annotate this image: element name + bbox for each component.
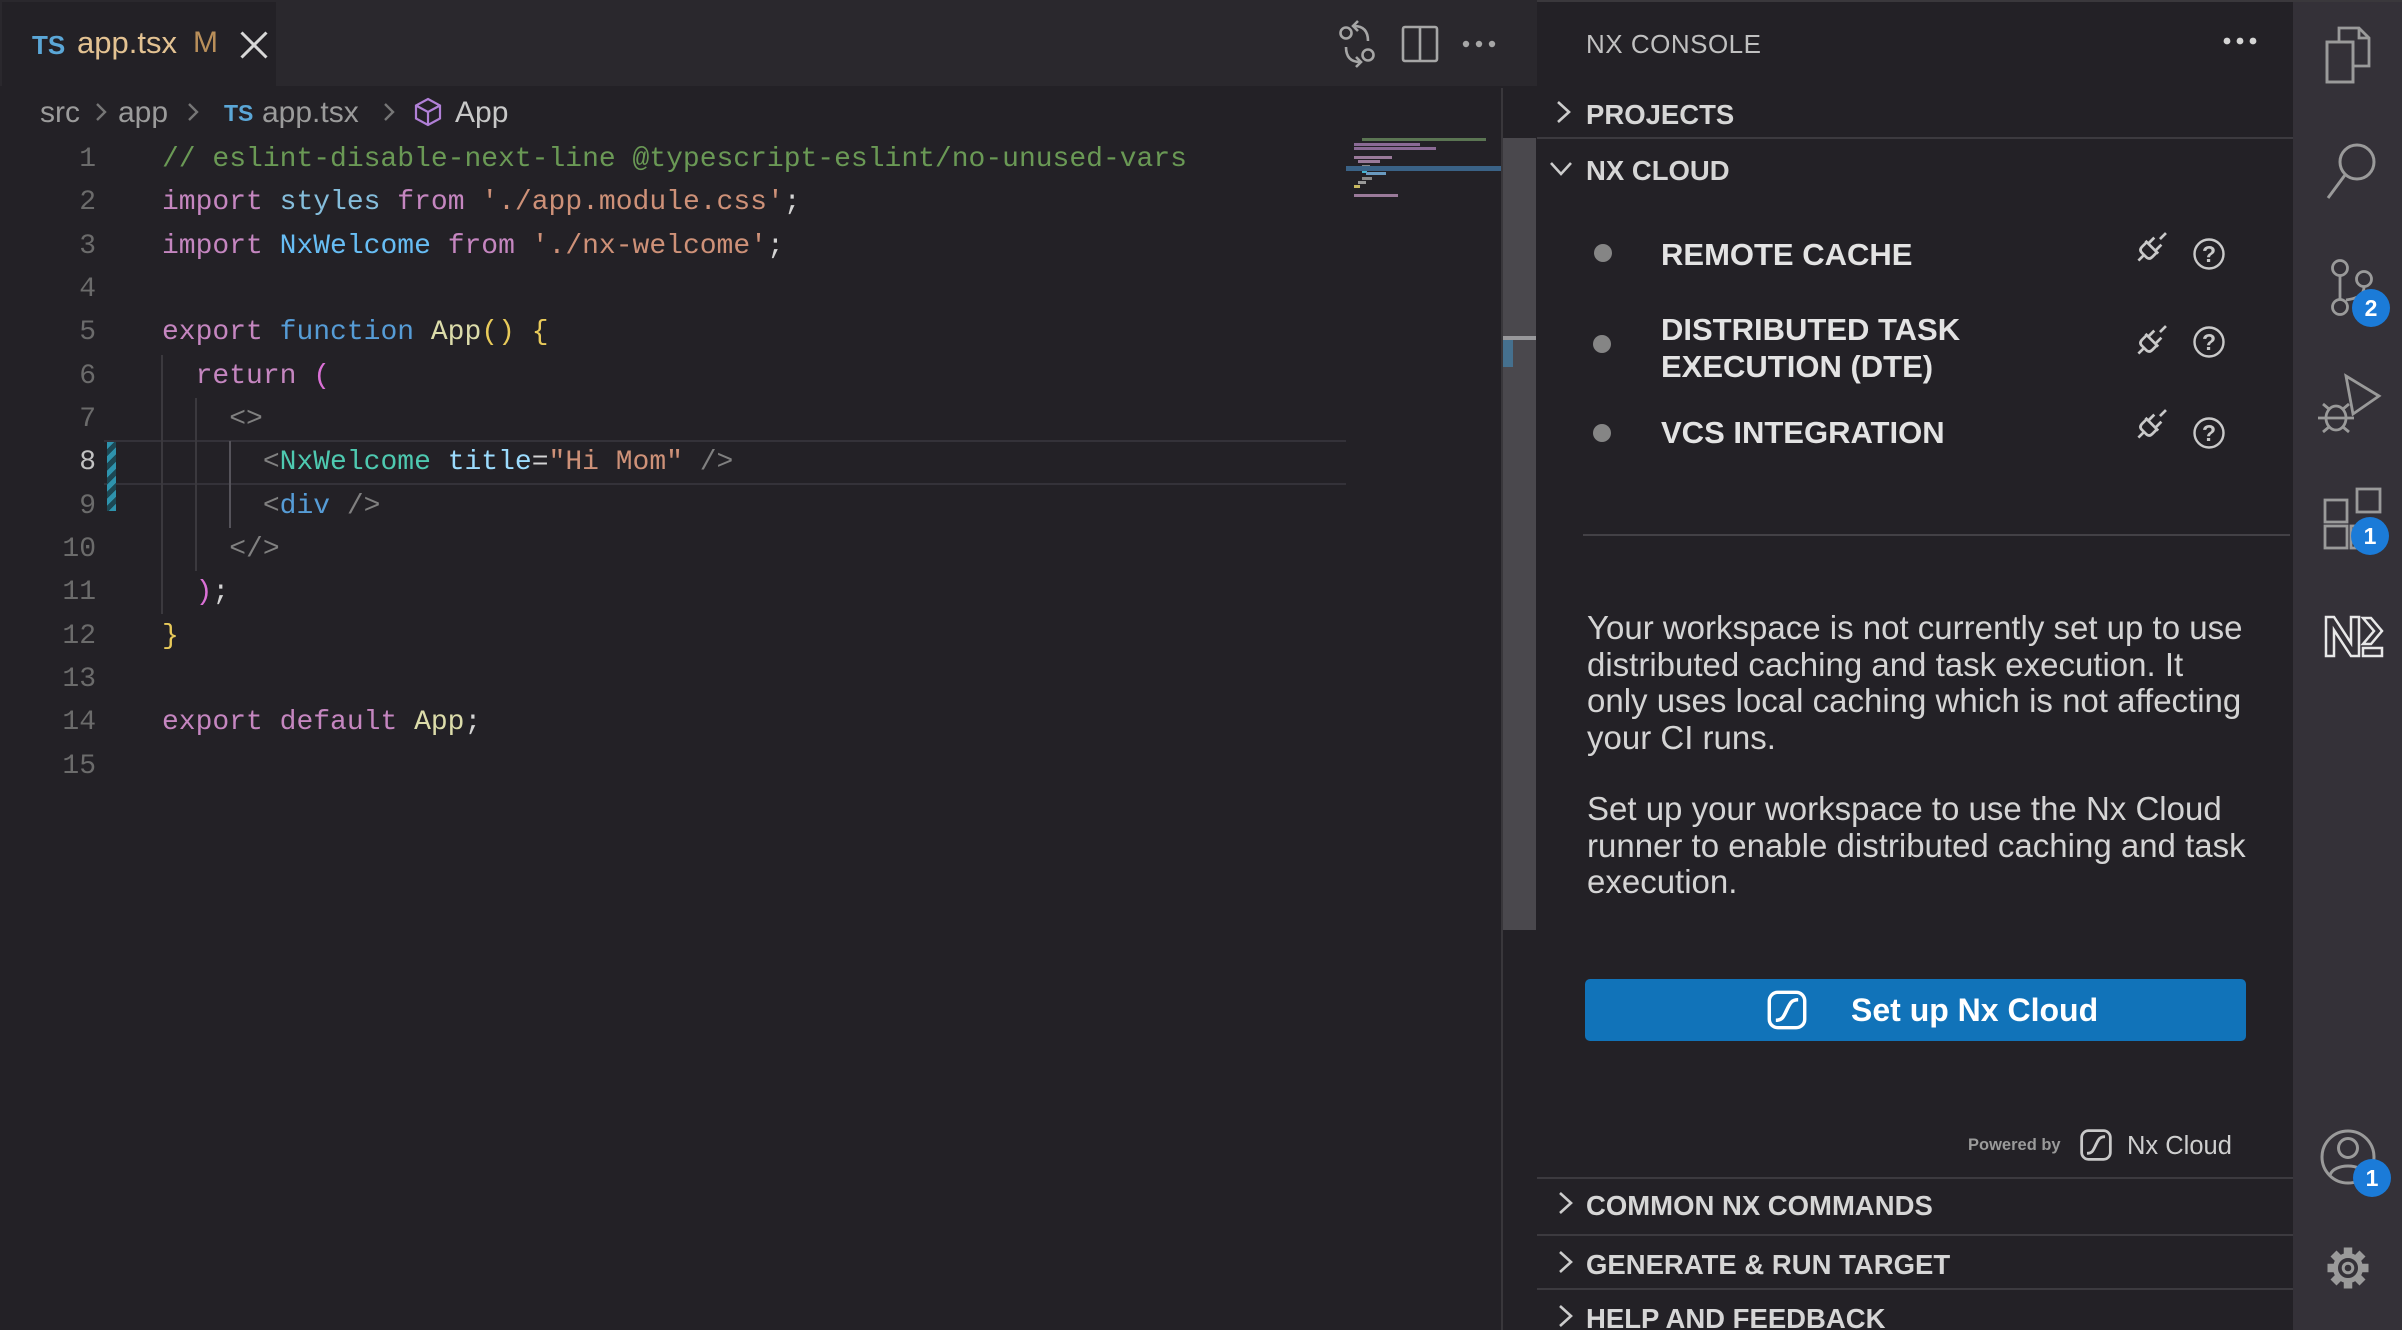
svg-text:?: ? xyxy=(2202,241,2216,267)
svg-text:2: 2 xyxy=(2365,295,2378,321)
svg-text:?: ? xyxy=(2202,420,2216,446)
svg-text:?: ? xyxy=(2202,329,2216,355)
svg-text:1: 1 xyxy=(2364,523,2377,549)
svg-text:1: 1 xyxy=(2366,1165,2379,1191)
